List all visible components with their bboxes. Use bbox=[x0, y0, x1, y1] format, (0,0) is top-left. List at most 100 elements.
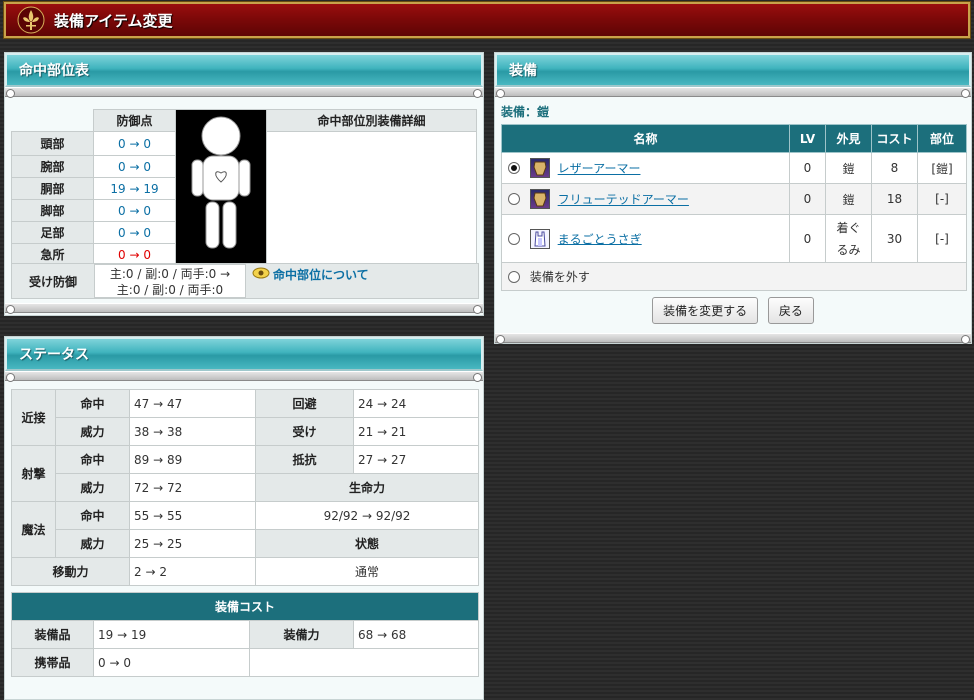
armor-icon bbox=[529, 189, 550, 209]
part-label: 腕部 bbox=[11, 155, 94, 178]
remove-equip-cell: 装備を外す bbox=[501, 262, 967, 291]
detail-header: 命中部位別装備詳細 bbox=[266, 109, 477, 132]
item-look: 鎧 bbox=[825, 183, 872, 215]
part-defense: 0 → 0 bbox=[93, 199, 176, 222]
ranged-hit-value: 89 → 89 bbox=[129, 445, 256, 474]
panel-header: ステータス bbox=[5, 337, 483, 371]
item-slot: [鎧] bbox=[917, 152, 967, 184]
item-link[interactable]: まるごとうさぎ bbox=[558, 232, 642, 246]
body-figure bbox=[175, 109, 267, 266]
back-button[interactable]: 戻る bbox=[767, 297, 814, 324]
title-bar: 装備アイテム変更 bbox=[4, 2, 970, 38]
panel-title: 装備 bbox=[509, 63, 537, 79]
part-defense: 0 → 0 bbox=[93, 131, 176, 156]
melee-power-value: 38 → 38 bbox=[129, 417, 256, 446]
hit-info-link-label: 命中部位について bbox=[273, 268, 369, 282]
table-row: レザーアーマー 0 鎧 8 [鎧] bbox=[501, 152, 967, 184]
panel-header: 装備 bbox=[495, 53, 971, 87]
table-row: フリューテッドアーマー 0 鎧 18 [-] bbox=[501, 183, 967, 215]
part-defense: 0 → 0 bbox=[93, 155, 176, 178]
ranged-label: 射撃 bbox=[11, 445, 56, 502]
resist-value: 27 → 27 bbox=[353, 445, 479, 474]
part-label: 脚部 bbox=[11, 199, 94, 222]
state-value: 通常 bbox=[255, 557, 479, 586]
panel-divider bbox=[5, 87, 483, 98]
panel-header: 命中部位表 bbox=[5, 53, 483, 87]
panel-footer bbox=[5, 303, 483, 314]
life-value: 92/92 → 92/92 bbox=[255, 501, 479, 530]
item-radio[interactable] bbox=[508, 162, 520, 174]
equip-power-value: 68 → 68 bbox=[353, 620, 479, 649]
eye-icon bbox=[252, 267, 270, 279]
equip-slot-subtitle: 装備：鎧 bbox=[501, 105, 550, 119]
hit-location-panel: 命中部位表 防御点 命中部位別装備詳細 頭部 0 → 0 腕部 0 → 0 胴部… bbox=[4, 52, 484, 316]
magic-power-value: 25 → 25 bbox=[129, 529, 256, 558]
receive-value: 21 → 21 bbox=[353, 417, 479, 446]
column-header-look: 外見 bbox=[825, 124, 872, 153]
armor-icon bbox=[529, 158, 550, 178]
power-label: 威力 bbox=[55, 529, 130, 558]
column-header-lv: LV bbox=[789, 124, 826, 153]
item-lv: 0 bbox=[789, 152, 826, 184]
carry-items-value: 0 → 0 bbox=[93, 648, 250, 677]
item-slot: [-] bbox=[917, 183, 967, 215]
receive-defense-value: 主:0 / 副:0 / 両手:0 → 主:0 / 副:0 / 両手:0 bbox=[94, 264, 246, 298]
body-figure-icon bbox=[191, 116, 251, 249]
table-row: 装備を外す bbox=[501, 262, 967, 291]
hit-label: 命中 bbox=[55, 445, 130, 474]
item-name-cell: レザーアーマー bbox=[501, 152, 790, 184]
table-row: まるごとうさぎ 0 着ぐるみ 30 [-] bbox=[501, 214, 967, 263]
part-defense: 19 → 19 bbox=[93, 177, 176, 200]
item-lv: 0 bbox=[789, 214, 826, 263]
equip-items-value: 19 → 19 bbox=[93, 620, 250, 649]
panel-title: 命中部位表 bbox=[19, 63, 89, 79]
item-radio[interactable] bbox=[508, 193, 520, 205]
magic-hit-value: 55 → 55 bbox=[129, 501, 256, 530]
detail-area bbox=[266, 131, 477, 266]
item-look: 着ぐるみ bbox=[825, 214, 872, 263]
item-link[interactable]: レザーアーマー bbox=[558, 162, 641, 176]
hit-location-table: 防御点 命中部位別装備詳細 頭部 0 → 0 腕部 0 → 0 胴部 19 → … bbox=[11, 109, 477, 266]
change-equip-button[interactable]: 装備を変更する bbox=[652, 297, 759, 324]
defense-header: 防御点 bbox=[93, 109, 176, 132]
costume-icon bbox=[529, 228, 550, 249]
item-radio[interactable] bbox=[508, 232, 520, 245]
melee-hit-value: 47 → 47 bbox=[129, 389, 256, 418]
item-lv: 0 bbox=[789, 183, 826, 215]
remove-radio[interactable] bbox=[508, 270, 520, 283]
magic-label: 魔法 bbox=[11, 501, 56, 558]
part-defense: 0 → 0 bbox=[93, 221, 176, 244]
part-label: 胴部 bbox=[11, 177, 94, 200]
hit-label: 命中 bbox=[55, 501, 130, 530]
status-panel: ステータス 近接 命中 47 → 47 回避 24 → 24 威力 38 → 3… bbox=[4, 336, 484, 700]
column-header-name: 名称 bbox=[501, 124, 790, 153]
ranged-power-value: 72 → 72 bbox=[129, 473, 256, 502]
equipment-table: 名称 LV 外見 コスト 部位 レザーアーマー 0 鎧 8 [鎧] フリューテッ… bbox=[501, 124, 967, 291]
button-row: 装備を変更する 戻る bbox=[501, 297, 965, 324]
item-look: 鎧 bbox=[825, 152, 872, 184]
empty-cell bbox=[249, 648, 479, 677]
item-slot: [-] bbox=[917, 214, 967, 263]
item-cost: 30 bbox=[871, 214, 918, 263]
status-table: 近接 命中 47 → 47 回避 24 → 24 威力 38 → 38 受け 2… bbox=[11, 389, 479, 586]
hit-label: 命中 bbox=[55, 389, 130, 418]
column-header-slot: 部位 bbox=[917, 124, 967, 153]
carry-items-label: 携帯品 bbox=[11, 648, 94, 677]
part-label: 足部 bbox=[11, 221, 94, 244]
power-label: 威力 bbox=[55, 473, 130, 502]
item-name-cell: フリューテッドアーマー bbox=[501, 183, 790, 215]
panel-divider bbox=[5, 371, 483, 382]
remove-equip-label: 装備を外す bbox=[529, 270, 590, 284]
page-title: 装備アイテム変更 bbox=[54, 11, 173, 30]
receive-defense-label: 受け防御 bbox=[12, 264, 94, 298]
fleur-emblem-icon bbox=[14, 5, 48, 35]
panel-footer bbox=[495, 333, 971, 344]
move-label: 移動力 bbox=[11, 557, 130, 586]
receive-defense-row: 受け防御 主:0 / 副:0 / 両手:0 → 主:0 / 副:0 / 両手:0… bbox=[11, 263, 479, 299]
part-label: 頭部 bbox=[11, 131, 94, 156]
life-label: 生命力 bbox=[255, 473, 479, 502]
hit-info-link[interactable]: 命中部位について bbox=[252, 264, 369, 298]
item-link[interactable]: フリューテッドアーマー bbox=[558, 193, 689, 207]
equip-cost-table: 装備コスト 装備品 19 → 19 装備力 68 → 68 携帯品 0 → 0 bbox=[11, 592, 479, 677]
resist-label: 抵抗 bbox=[255, 445, 354, 474]
